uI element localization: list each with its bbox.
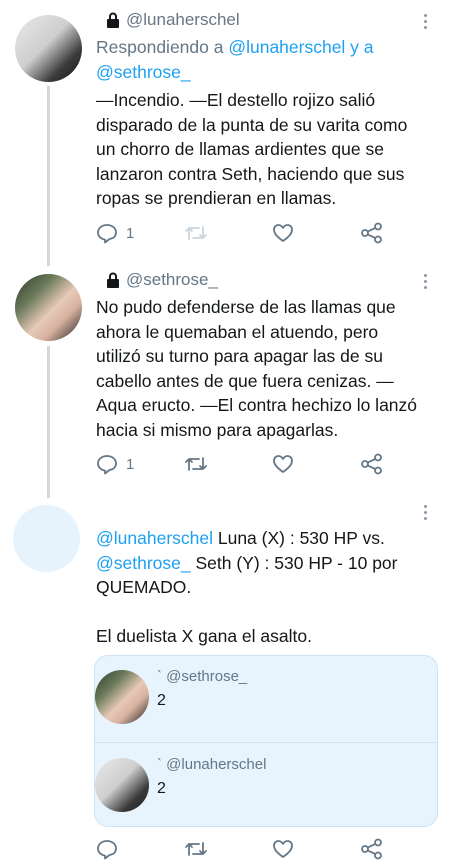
tweet-line: ahora le quemaban el atuendo, pero	[96, 321, 379, 342]
retweet-button[interactable]	[184, 222, 208, 244]
retweet-icon	[185, 226, 207, 240]
tweet-actions: 1	[96, 222, 396, 248]
like-icon	[273, 455, 293, 473]
tweet-line: utilizó su turno para apagar las de su	[96, 346, 383, 367]
tweet-line: —Incendio. —El destello rojizo salió	[96, 90, 376, 110]
tweet-line: cabello antes de que fuera cenizas. —	[96, 370, 394, 391]
reply-icon	[97, 224, 117, 244]
retweet-button[interactable]	[184, 453, 208, 475]
reply-button[interactable]: 1	[96, 222, 134, 244]
reply-prefix: Respondiendo a	[96, 37, 229, 57]
reply-button[interactable]	[96, 838, 118, 860]
like-button[interactable]	[272, 838, 294, 860]
thread-line	[47, 86, 50, 266]
retweet-button[interactable]	[184, 838, 208, 860]
tweet-line-text: Seth (Y) : 530 HP - 10 por	[190, 552, 398, 573]
mention-link[interactable]: @lunaherschel	[96, 528, 213, 548]
tweet-line: El duelista X gana el asalto.	[96, 626, 312, 647]
avatar[interactable]	[15, 15, 82, 82]
tweet-line-text: Luna (X) : 530 HP vs.	[213, 528, 385, 548]
retweet-icon	[185, 457, 207, 471]
tweet-line: @sethrose_ Seth (Y) : 530 HP - 10 por	[96, 551, 436, 576]
avatar	[95, 670, 149, 724]
reply-count: 1	[126, 224, 135, 242]
tweet-line: lanzaron contra Seth, haciendo que sus	[96, 163, 405, 184]
like-icon	[273, 840, 293, 858]
quoted-poll[interactable]: ` @sethrose_ 2 ` @lunaherschel 2	[94, 655, 438, 827]
tweet-username[interactable]: @sethrose_	[106, 270, 218, 290]
tweet-line: hacia si mismo para apagarlas.	[96, 419, 339, 440]
thread-line	[47, 346, 50, 498]
reply-icon	[97, 455, 117, 475]
like-button[interactable]	[272, 453, 294, 475]
more-icon[interactable]	[423, 274, 427, 289]
reply-mention[interactable]: @lunaherschel y a	[228, 37, 373, 57]
retweet-icon	[185, 842, 207, 856]
divider	[95, 742, 437, 743]
lock-icon	[107, 272, 119, 288]
more-icon[interactable]	[423, 505, 427, 520]
tweet-line: QUEMADO.	[96, 577, 192, 598]
quote-username: ` @lunaherschel	[157, 756, 267, 773]
share-icon	[361, 453, 382, 475]
tweet-line: Aqua eructo. —El contra hechizo lo lanzó	[96, 395, 418, 416]
tweet-line: @lunaherschel Luna (X) : 530 HP vs.	[96, 526, 436, 551]
tweet-line: disparado de la punta de su varita como	[96, 114, 408, 135]
tweet-text: @lunaherschel Luna (X) : 530 HP vs. @set…	[96, 526, 436, 649]
tweet-line: un chorro de llamas ardientes que se	[96, 139, 384, 160]
avatar[interactable]	[15, 274, 82, 341]
quote-value: 2	[157, 780, 166, 797]
tweet-text: No pudo defenderse de las llamas que aho…	[96, 295, 436, 443]
more-icon[interactable]	[423, 14, 427, 29]
share-button[interactable]	[360, 453, 384, 475]
share-icon	[361, 838, 382, 860]
quote-value: 2	[157, 692, 166, 709]
username-text: @lunaherschel	[126, 10, 240, 29]
like-icon	[273, 224, 293, 242]
reply-icon	[97, 840, 117, 860]
quote-username: ` @sethrose_	[157, 668, 248, 685]
tweet-line: No pudo defenderse de las llamas que	[96, 297, 396, 317]
avatar	[95, 758, 149, 812]
reply-context: Respondiendo a @lunaherschel y a @sethro…	[96, 35, 436, 84]
mention-link[interactable]: @sethrose_	[96, 553, 191, 573]
reply-button[interactable]: 1	[96, 453, 134, 475]
share-icon	[361, 222, 382, 244]
lock-icon	[107, 12, 119, 28]
tweet-actions	[96, 838, 396, 864]
username-text: @sethrose_	[126, 270, 218, 289]
reply-mention[interactable]: @sethrose_	[96, 62, 191, 82]
tweet-actions: 1	[96, 453, 396, 479]
tweet-text: —Incendio. —El destello rojizo salió dis…	[96, 88, 436, 211]
reply-count: 1	[126, 455, 135, 473]
avatar[interactable]	[13, 505, 80, 572]
tweet-username[interactable]: @lunaherschel	[106, 10, 240, 30]
share-button[interactable]	[360, 838, 384, 860]
tweet-line: ropas se prendieran en llamas.	[96, 188, 337, 209]
like-button[interactable]	[272, 222, 294, 244]
share-button[interactable]	[360, 222, 384, 244]
